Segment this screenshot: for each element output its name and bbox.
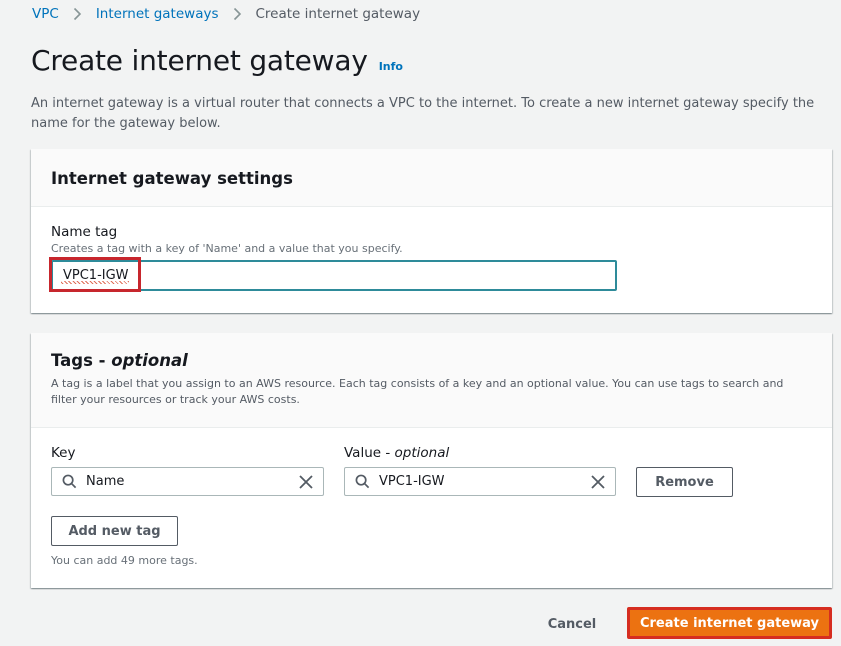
close-icon[interactable] xyxy=(298,474,314,490)
breadcrumb-internet-gateways[interactable]: Internet gateways xyxy=(96,6,219,22)
tag-value-input[interactable] xyxy=(379,468,590,495)
create-internet-gateway-page: VPC Internet gateways Create internet ga… xyxy=(0,0,841,646)
cancel-button[interactable]: Cancel xyxy=(534,610,610,638)
name-tag-description: Creates a tag with a key of 'Name' and a… xyxy=(51,242,403,255)
chevron-right-icon xyxy=(73,7,82,21)
panel-title-text: Tags - xyxy=(51,351,112,370)
value-column: Value - optional xyxy=(344,445,616,496)
panel-title: Tags - optional xyxy=(51,351,812,370)
page-header: Create internet gateway Info xyxy=(31,44,403,77)
value-field xyxy=(344,467,616,496)
panel-body: Name tag Creates a tag with a key of 'Na… xyxy=(31,207,832,292)
value-label-text: Value - xyxy=(344,445,395,461)
panel-body: Key Value - optional xyxy=(31,428,832,568)
value-label: Value - optional xyxy=(344,445,616,467)
name-tag-label: Name tag xyxy=(51,224,118,240)
breadcrumb-vpc[interactable]: VPC xyxy=(32,6,59,22)
value-label-optional: optional xyxy=(394,445,450,461)
key-label: Key xyxy=(51,445,76,461)
panel-header: Tags - optional A tag is a label that yo… xyxy=(31,333,832,428)
page-description: An internet gateway is a virtual router … xyxy=(31,96,815,131)
page-title: Create internet gateway xyxy=(31,44,368,77)
panel-title-optional: optional xyxy=(111,351,188,370)
name-tag-field xyxy=(49,257,617,292)
tags-description: A tag is a label that you assign to an A… xyxy=(51,377,784,406)
remove-tag-button[interactable]: Remove xyxy=(636,467,733,497)
add-new-tag-button[interactable]: Add new tag xyxy=(51,516,178,546)
search-icon xyxy=(355,474,370,489)
key-column: Key xyxy=(51,445,324,496)
info-link[interactable]: Info xyxy=(379,60,403,73)
tags-remaining-hint: You can add 49 more tags. xyxy=(51,554,198,567)
key-field xyxy=(51,467,324,496)
panel-header: Internet gateway settings xyxy=(31,149,832,207)
breadcrumb-current: Create internet gateway xyxy=(255,6,421,22)
panel-title: Internet gateway settings xyxy=(51,169,293,188)
internet-gateway-settings-panel: Internet gateway settings Name tag Creat… xyxy=(31,149,832,313)
breadcrumb: VPC Internet gateways Create internet ga… xyxy=(32,5,420,23)
tag-key-input[interactable] xyxy=(86,468,298,495)
chevron-right-icon xyxy=(233,7,242,21)
close-icon[interactable] xyxy=(590,474,606,490)
tag-row: Key Value - optional xyxy=(51,445,812,497)
create-internet-gateway-button[interactable]: Create internet gateway xyxy=(627,607,832,639)
name-tag-input[interactable] xyxy=(51,260,617,291)
search-icon xyxy=(62,474,77,489)
tags-panel: Tags - optional A tag is a label that yo… xyxy=(31,333,832,588)
